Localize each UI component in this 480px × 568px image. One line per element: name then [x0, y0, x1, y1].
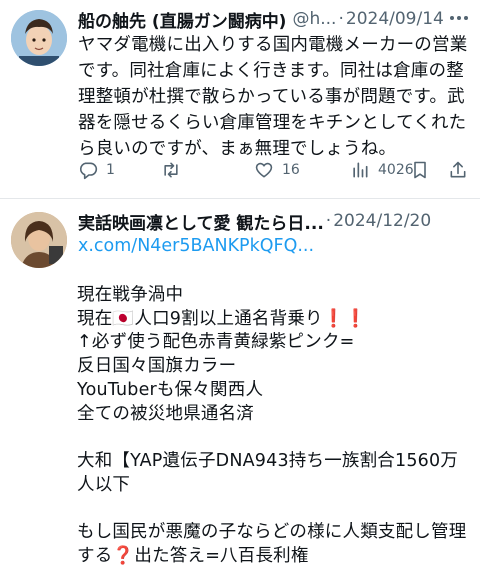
tweet-text: ヤマダ電機に出入りする国内電機メーカーの営業です。同社倉庫によく行きます。同社は…	[78, 35, 468, 159]
retweet-button[interactable]	[160, 160, 190, 180]
tweet-2[interactable]: 実話映画凛として愛 観たら日... · 2024/12/20 x.com/N4e…	[0, 200, 480, 568]
separator-dot: ·	[325, 211, 332, 231]
tweet-date[interactable]: 2024/09/14	[346, 9, 444, 29]
share-icon	[448, 160, 468, 180]
views-chart-icon	[350, 160, 370, 180]
reply-count: 1	[106, 162, 115, 178]
heart-icon	[254, 160, 274, 180]
tweet-1[interactable]: 船の舳先 (直腸ガン闘病中) @h... · 2024/09/14 ヤマダ電機に…	[0, 0, 480, 200]
avatar[interactable]	[11, 10, 67, 66]
avatar[interactable]	[11, 212, 67, 268]
bookmark-button[interactable]	[410, 160, 430, 180]
retweet-icon	[160, 160, 182, 180]
reply-button[interactable]: 1	[78, 160, 115, 180]
like-button[interactable]: 16	[254, 160, 300, 180]
share-button[interactable]	[448, 160, 468, 180]
separator-dot: ·	[338, 9, 344, 29]
tweet-link[interactable]: x.com/N4er5BANKPkQFQ...	[78, 236, 314, 256]
views-button[interactable]: 4026	[350, 160, 414, 180]
author-name[interactable]: 船の舳先 (直腸ガン闘病中)	[78, 7, 286, 32]
tweet-text: 現在戦争渦中 現在🇯🇵人口9割以上通名背乗り❗❗ ↑必ず使う配色赤青黄緑紫ピンク…	[77, 285, 467, 566]
like-count: 16	[282, 162, 300, 178]
tweet-date[interactable]: 2024/12/20	[333, 211, 431, 231]
bookmark-icon	[410, 160, 430, 180]
views-count: 4026	[378, 162, 414, 178]
more-dots-icon[interactable]	[448, 8, 470, 28]
author-handle[interactable]: @h...	[292, 9, 336, 29]
action-bar: 1 16 4026	[78, 160, 470, 186]
reply-icon	[78, 160, 98, 180]
author-name[interactable]: 実話映画凛として愛 観たら日...	[78, 209, 324, 234]
tweet-divider	[0, 198, 480, 199]
